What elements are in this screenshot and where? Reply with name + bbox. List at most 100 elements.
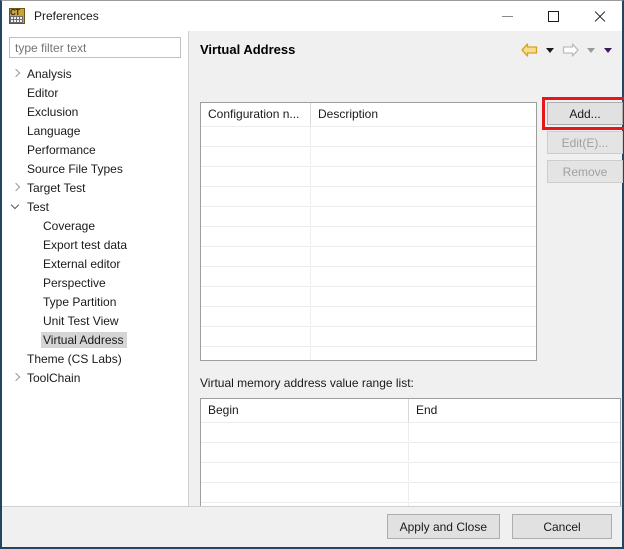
- close-button[interactable]: [576, 1, 622, 31]
- footer-buttons: Apply and Close Cancel: [386, 514, 612, 539]
- sidebar-item-unit-test-view[interactable]: Unit Test View: [2, 311, 188, 330]
- filter-input[interactable]: [9, 37, 181, 58]
- configuration-table-cell: [311, 267, 536, 285]
- address-range-table-column-header[interactable]: Begin: [201, 399, 409, 422]
- sidebar-item-exclusion[interactable]: Exclusion: [2, 102, 188, 121]
- sidebar-item-coverage[interactable]: Coverage: [2, 216, 188, 235]
- configuration-table-row[interactable]: [201, 326, 536, 346]
- address-range-table-row[interactable]: [201, 482, 620, 502]
- configuration-table-cell: [311, 207, 536, 225]
- sidebar-item-language[interactable]: Language: [2, 121, 188, 140]
- chevron-right-icon[interactable]: [9, 64, 25, 83]
- sidebar-item-editor[interactable]: Editor: [2, 83, 188, 102]
- address-range-table-row[interactable]: [201, 422, 620, 442]
- configuration-table-cell: [201, 187, 311, 205]
- configuration-table-cell: [311, 287, 536, 305]
- sidebar-item-label: Virtual Address: [41, 331, 127, 348]
- sidebar-item-toolchain[interactable]: ToolChain: [2, 368, 188, 387]
- sidebar-item-label: ToolChain: [27, 370, 81, 385]
- address-range-table-column-header[interactable]: End: [409, 399, 620, 422]
- preference-page: Virtual Address Configuration n... Descr…: [189, 31, 624, 529]
- configuration-table-cell: [311, 327, 536, 345]
- chevron-down-icon: [545, 47, 554, 53]
- configuration-table-row[interactable]: [201, 266, 536, 286]
- preferences-sidebar: Analysis Editor Exclusion Language Performan…: [2, 31, 188, 547]
- configuration-table-cell: [311, 347, 536, 360]
- sidebar-item-label: Source File Types: [27, 161, 123, 176]
- window-controls: [484, 1, 622, 31]
- configuration-table-row[interactable]: [201, 286, 536, 306]
- button-wrapper: Edit(E)...: [547, 131, 623, 154]
- configuration-table-cell: [311, 227, 536, 245]
- remove-button: Remove: [547, 160, 623, 183]
- back-history-button[interactable]: [543, 41, 556, 59]
- back-arrow-icon: [520, 43, 537, 57]
- page-nav-tools: [519, 41, 614, 59]
- sidebar-item-label: Unit Test View: [43, 313, 119, 328]
- configuration-table[interactable]: Configuration n... Description: [200, 102, 537, 361]
- configuration-table-row[interactable]: [201, 146, 536, 166]
- sidebar-item-test[interactable]: Test: [2, 197, 188, 216]
- chevron-right-icon[interactable]: [9, 368, 25, 387]
- configuration-table-cell: [201, 347, 311, 360]
- apply-and-close-button[interactable]: Apply and Close: [386, 514, 500, 539]
- configuration-table-row[interactable]: [201, 226, 536, 246]
- dialog-content: Analysis Editor Exclusion Language Performan…: [2, 31, 624, 547]
- configuration-table-row[interactable]: [201, 306, 536, 326]
- address-range-table-header: Begin End: [201, 399, 620, 422]
- address-range-table-row[interactable]: [201, 442, 620, 462]
- sidebar-item-perspective[interactable]: Perspective: [2, 273, 188, 292]
- chevron-down-icon: [603, 47, 612, 53]
- configuration-table-cell: [311, 127, 536, 145]
- configuration-table-row[interactable]: [201, 126, 536, 146]
- configuration-table-cell: [201, 327, 311, 345]
- configuration-table-column-header[interactable]: Configuration n...: [201, 103, 311, 126]
- sidebar-item-external-editor[interactable]: External editor: [2, 254, 188, 273]
- add-button[interactable]: Add...: [547, 102, 623, 125]
- page-menu-button[interactable]: [601, 41, 614, 59]
- address-range-table-cell: [409, 483, 620, 501]
- chevron-right-icon[interactable]: [9, 178, 25, 197]
- chevron-down-icon[interactable]: [9, 197, 25, 216]
- minimize-button[interactable]: [484, 1, 530, 31]
- sidebar-item-export-test-data[interactable]: Export test data: [2, 235, 188, 254]
- sidebar-item-virtual-address[interactable]: Virtual Address: [2, 330, 188, 349]
- configuration-table-row[interactable]: [201, 206, 536, 226]
- configuration-table-row[interactable]: [201, 346, 536, 360]
- app-icon-ct-icon: CT: [9, 8, 25, 24]
- configuration-table-cell: [311, 167, 536, 185]
- configuration-table-cell: [311, 147, 536, 165]
- configuration-table-row[interactable]: [201, 166, 536, 186]
- forward-arrow-icon: [562, 43, 579, 57]
- configuration-table-body[interactable]: [201, 126, 536, 360]
- sidebar-item-label: Theme (CS Labs): [27, 351, 122, 366]
- page-header: Virtual Address: [189, 31, 622, 70]
- close-icon: [593, 10, 606, 23]
- address-range-table-cell: [201, 463, 409, 481]
- configuration-table-cell: [201, 207, 311, 225]
- cancel-button[interactable]: Cancel: [512, 514, 612, 539]
- sidebar-item-theme-cs-labs[interactable]: Theme (CS Labs): [2, 349, 188, 368]
- configuration-table-row[interactable]: [201, 186, 536, 206]
- configuration-actions: Add... Edit(E)... Remove: [542, 97, 624, 189]
- maximize-button[interactable]: [530, 1, 576, 31]
- forward-history-button: [584, 41, 597, 59]
- configuration-table-row[interactable]: [201, 246, 536, 266]
- sidebar-item-type-partition[interactable]: Type Partition: [2, 292, 188, 311]
- configuration-table-cell: [201, 307, 311, 325]
- sidebar-item-label: Export test data: [43, 237, 128, 252]
- sidebar-item-label: External editor: [43, 256, 121, 271]
- address-range-table-row[interactable]: [201, 462, 620, 482]
- address-range-table-cell: [409, 443, 620, 461]
- sidebar-item-source-file-types[interactable]: Source File Types: [2, 159, 188, 178]
- configuration-table-cell: [201, 227, 311, 245]
- configuration-table-column-header[interactable]: Description: [311, 103, 536, 126]
- sidebar-item-analysis[interactable]: Analysis: [2, 64, 188, 83]
- sidebar-item-target-test[interactable]: Target Test: [2, 178, 188, 197]
- configuration-table-cell: [311, 307, 536, 325]
- sidebar-item-performance[interactable]: Performance: [2, 140, 188, 159]
- back-button[interactable]: [519, 41, 539, 59]
- preferences-tree[interactable]: Analysis Editor Exclusion Language Performan…: [2, 64, 188, 547]
